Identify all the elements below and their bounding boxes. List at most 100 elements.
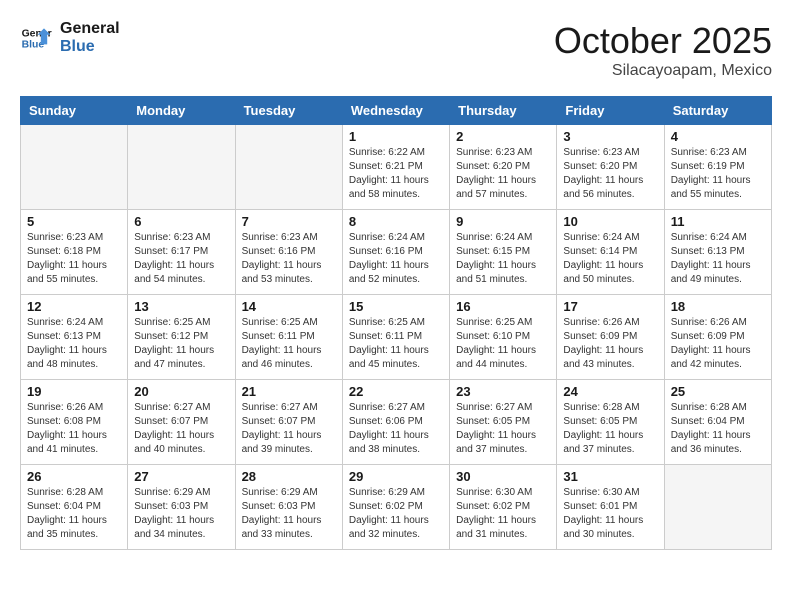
day-info: Sunrise: 6:23 AM Sunset: 6:20 PM Dayligh… — [563, 146, 657, 202]
day-cell: 1Sunrise: 6:22 AM Sunset: 6:21 PM Daylig… — [342, 125, 449, 210]
day-cell: 26 Sunrise: 6:28 AM Sunset: 6:04 PM Dayli… — [21, 465, 128, 550]
logo-icon: General Blue — [20, 22, 52, 54]
day-number: 30 — [456, 469, 550, 484]
day-info: Sunrise: 6:27 AM Sunset: 6:05 PM Dayligh… — [456, 401, 550, 457]
day-cell: 31 Sunrise: 6:30 AM Sunset: 6:01 PM Dayli… — [557, 465, 664, 550]
day-number: 24 — [563, 384, 657, 399]
day-cell: 23 Sunrise: 6:27 AM Sunset: 6:05 PM Dayli… — [450, 380, 557, 465]
day-number: 27 — [134, 469, 228, 484]
day-number: 2 — [456, 129, 550, 144]
day-number: 8 — [349, 214, 443, 229]
day-info: Sunrise: 6:23 AM Sunset: 6:20 PM Dayligh… — [456, 146, 550, 202]
day-number: 16 — [456, 299, 550, 314]
day-cell: 3 Sunrise: 6:23 AM Sunset: 6:20 PM Daylig… — [557, 125, 664, 210]
day-number: 10 — [563, 214, 657, 229]
weekday-header-tuesday: Tuesday — [235, 97, 342, 125]
day-info: Sunrise: 6:23 AM Sunset: 6:18 PM Dayligh… — [27, 231, 121, 287]
day-info: Sunrise: 6:23 AM Sunset: 6:19 PM Dayligh… — [671, 146, 765, 202]
day-info: Sunrise: 6:26 AM Sunset: 6:08 PM Dayligh… — [27, 401, 121, 457]
day-number: 28 — [242, 469, 336, 484]
day-number: 6 — [134, 214, 228, 229]
day-number: 20 — [134, 384, 228, 399]
day-number: 31 — [563, 469, 657, 484]
day-cell: 27Sunrise: 6:29 AM Sunset: 6:03 PM Dayli… — [128, 465, 235, 550]
day-info: Sunrise: 6:28 AM Sunset: 6:04 PM Dayligh… — [27, 486, 121, 542]
day-info: Sunrise: 6:25 AM Sunset: 6:12 PM Dayligh… — [134, 316, 228, 372]
day-number: 12 — [27, 299, 121, 314]
day-cell — [235, 125, 342, 210]
week-row-4: 19 Sunrise: 6:26 AM Sunset: 6:08 PM Dayli… — [21, 380, 772, 465]
day-cell — [21, 125, 128, 210]
day-cell: 13Sunrise: 6:25 AM Sunset: 6:12 PM Dayli… — [128, 295, 235, 380]
day-info: Sunrise: 6:26 AM Sunset: 6:09 PM Dayligh… — [563, 316, 657, 372]
logo-general: General — [60, 20, 120, 38]
day-info: Sunrise: 6:29 AM Sunset: 6:02 PM Dayligh… — [349, 486, 443, 542]
day-number: 1 — [349, 129, 443, 144]
month-title: October 2025 — [554, 20, 772, 62]
day-number: 23 — [456, 384, 550, 399]
page-header: General Blue General Blue October 2025 S… — [20, 20, 772, 80]
weekday-header-wednesday: Wednesday — [342, 97, 449, 125]
day-cell: 4Sunrise: 6:23 AM Sunset: 6:19 PM Daylig… — [664, 125, 771, 210]
day-cell — [128, 125, 235, 210]
weekday-header-thursday: Thursday — [450, 97, 557, 125]
weekday-header-saturday: Saturday — [664, 97, 771, 125]
day-cell: 19 Sunrise: 6:26 AM Sunset: 6:08 PM Dayli… — [21, 380, 128, 465]
day-cell: 25 Sunrise: 6:28 AM Sunset: 6:04 PM Dayli… — [664, 380, 771, 465]
weekday-header-monday: Monday — [128, 97, 235, 125]
day-number: 7 — [242, 214, 336, 229]
day-number: 19 — [27, 384, 121, 399]
day-cell: 15Sunrise: 6:25 AM Sunset: 6:11 PM Dayli… — [342, 295, 449, 380]
day-cell: 22 Sunrise: 6:27 AM Sunset: 6:06 PM Dayli… — [342, 380, 449, 465]
weekday-header-sunday: Sunday — [21, 97, 128, 125]
day-cell: 30 Sunrise: 6:30 AM Sunset: 6:02 PM Dayli… — [450, 465, 557, 550]
location: Silacayoapam, Mexico — [554, 62, 772, 80]
day-cell: 7 Sunrise: 6:23 AM Sunset: 6:16 PM Daylig… — [235, 210, 342, 295]
day-info: Sunrise: 6:24 AM Sunset: 6:16 PM Dayligh… — [349, 231, 443, 287]
day-number: 21 — [242, 384, 336, 399]
day-number: 11 — [671, 214, 765, 229]
day-info: Sunrise: 6:24 AM Sunset: 6:14 PM Dayligh… — [563, 231, 657, 287]
day-cell: 6Sunrise: 6:23 AM Sunset: 6:17 PM Daylig… — [128, 210, 235, 295]
day-info: Sunrise: 6:25 AM Sunset: 6:10 PM Dayligh… — [456, 316, 550, 372]
day-info: Sunrise: 6:24 AM Sunset: 6:13 PM Dayligh… — [671, 231, 765, 287]
day-info: Sunrise: 6:24 AM Sunset: 6:15 PM Dayligh… — [456, 231, 550, 287]
day-cell — [664, 465, 771, 550]
day-info: Sunrise: 6:27 AM Sunset: 6:07 PM Dayligh… — [134, 401, 228, 457]
logo-blue: Blue — [60, 38, 120, 56]
day-info: Sunrise: 6:27 AM Sunset: 6:07 PM Dayligh… — [242, 401, 336, 457]
day-cell: 18Sunrise: 6:26 AM Sunset: 6:09 PM Dayli… — [664, 295, 771, 380]
day-number: 25 — [671, 384, 765, 399]
day-number: 22 — [349, 384, 443, 399]
day-cell: 17 Sunrise: 6:26 AM Sunset: 6:09 PM Dayli… — [557, 295, 664, 380]
day-info: Sunrise: 6:29 AM Sunset: 6:03 PM Dayligh… — [242, 486, 336, 542]
day-cell: 5Sunrise: 6:23 AM Sunset: 6:18 PM Daylig… — [21, 210, 128, 295]
day-cell: 9Sunrise: 6:24 AM Sunset: 6:15 PM Daylig… — [450, 210, 557, 295]
day-number: 26 — [27, 469, 121, 484]
day-cell: 8 Sunrise: 6:24 AM Sunset: 6:16 PM Daylig… — [342, 210, 449, 295]
day-info: Sunrise: 6:28 AM Sunset: 6:04 PM Dayligh… — [671, 401, 765, 457]
day-number: 15 — [349, 299, 443, 314]
week-row-2: 5Sunrise: 6:23 AM Sunset: 6:18 PM Daylig… — [21, 210, 772, 295]
day-cell: 11 Sunrise: 6:24 AM Sunset: 6:13 PM Dayli… — [664, 210, 771, 295]
day-info: Sunrise: 6:30 AM Sunset: 6:02 PM Dayligh… — [456, 486, 550, 542]
day-cell: 20 Sunrise: 6:27 AM Sunset: 6:07 PM Dayli… — [128, 380, 235, 465]
day-info: Sunrise: 6:23 AM Sunset: 6:16 PM Dayligh… — [242, 231, 336, 287]
day-info: Sunrise: 6:30 AM Sunset: 6:01 PM Dayligh… — [563, 486, 657, 542]
day-cell: 28 Sunrise: 6:29 AM Sunset: 6:03 PM Dayli… — [235, 465, 342, 550]
day-info: Sunrise: 6:27 AM Sunset: 6:06 PM Dayligh… — [349, 401, 443, 457]
day-cell: 2 Sunrise: 6:23 AM Sunset: 6:20 PM Daylig… — [450, 125, 557, 210]
day-number: 3 — [563, 129, 657, 144]
day-number: 18 — [671, 299, 765, 314]
day-cell: 14Sunrise: 6:25 AM Sunset: 6:11 PM Dayli… — [235, 295, 342, 380]
logo: General Blue General Blue — [20, 20, 120, 55]
week-row-3: 12 Sunrise: 6:24 AM Sunset: 6:13 PM Dayli… — [21, 295, 772, 380]
weekday-header-friday: Friday — [557, 97, 664, 125]
day-number: 17 — [563, 299, 657, 314]
week-row-1: 1Sunrise: 6:22 AM Sunset: 6:21 PM Daylig… — [21, 125, 772, 210]
day-info: Sunrise: 6:28 AM Sunset: 6:05 PM Dayligh… — [563, 401, 657, 457]
day-info: Sunrise: 6:25 AM Sunset: 6:11 PM Dayligh… — [242, 316, 336, 372]
title-block: October 2025 Silacayoapam, Mexico — [554, 20, 772, 80]
day-info: Sunrise: 6:24 AM Sunset: 6:13 PM Dayligh… — [27, 316, 121, 372]
day-cell: 24 Sunrise: 6:28 AM Sunset: 6:05 PM Dayli… — [557, 380, 664, 465]
